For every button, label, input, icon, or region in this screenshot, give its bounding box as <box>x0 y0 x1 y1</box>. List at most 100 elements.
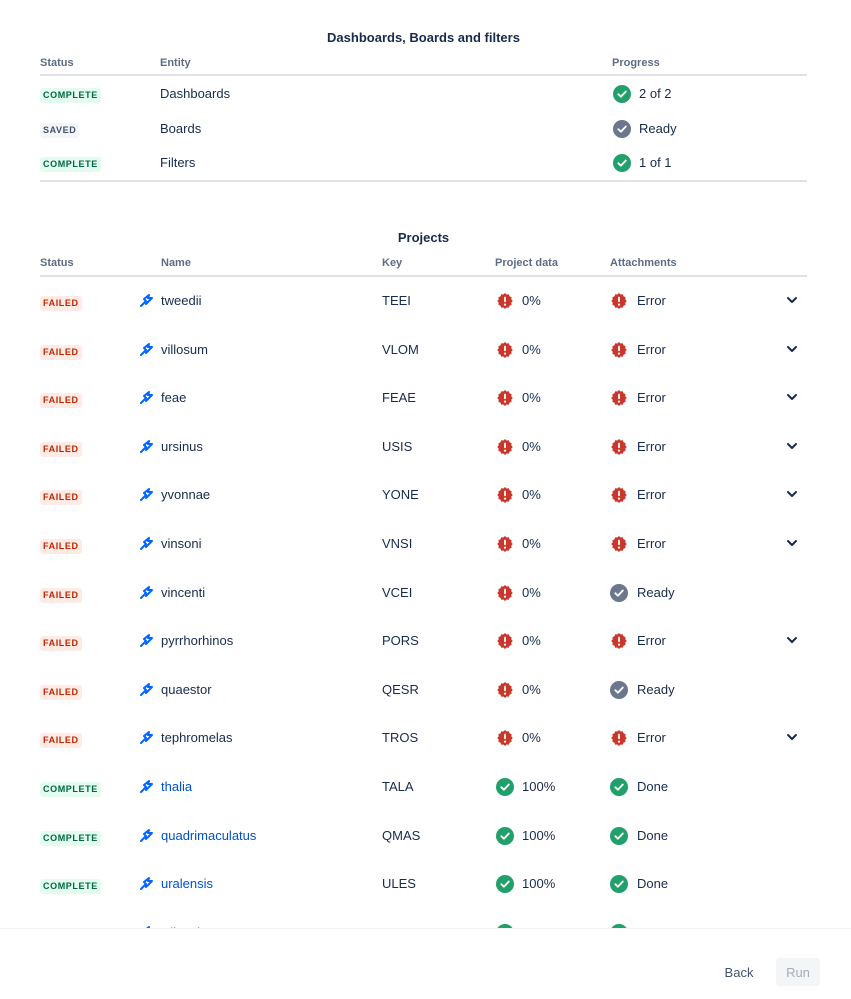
project-name: quaestor <box>161 681 212 697</box>
project-row: FAILED tweedii TEEI 0% Error <box>0 277 851 325</box>
attachments-status: Error <box>637 487 666 503</box>
check-circle-icon <box>610 778 628 796</box>
project-name: feae <box>161 390 187 406</box>
ready-check-icon <box>613 119 631 138</box>
error-icon <box>610 341 628 359</box>
entity-name: Filters <box>160 155 196 171</box>
expand-row-chevron-icon[interactable] <box>786 343 798 355</box>
attachments-status: Error <box>637 730 666 746</box>
project-name-link[interactable]: uralensis <box>161 876 213 891</box>
check-circle-icon <box>496 778 514 796</box>
project-icon <box>140 828 153 842</box>
dashboards-progress-header: Progress <box>612 57 660 69</box>
project-key: TROS <box>382 730 419 746</box>
expand-row-chevron-icon[interactable] <box>786 294 798 306</box>
attachments-status: Ready <box>637 584 675 600</box>
project-name: pyrrhorhinos <box>161 633 234 649</box>
project-row: FAILED villosum VLOM 0% Error <box>0 326 851 374</box>
project-key: TALA <box>382 779 414 794</box>
projects-name-header: Name <box>161 257 191 269</box>
status-lozenge: FAILED <box>40 393 82 409</box>
expand-row-chevron-icon[interactable] <box>786 634 798 646</box>
project-icon <box>140 488 153 502</box>
project-icon <box>140 780 153 793</box>
status-lozenge: COMPLETE <box>40 830 101 846</box>
project-row: FAILED vincenti VCEI 0% Ready <box>0 569 851 617</box>
status-lozenge: FAILED <box>40 733 82 749</box>
project-row: COMPLETE quadrimaculatus QMAS 100% Done <box>0 812 851 860</box>
project-name-link[interactable]: quadrimaculatus <box>161 828 256 843</box>
project-key: YONE <box>382 487 419 503</box>
project-data-progress: 0% <box>522 293 541 308</box>
project-key: VLOM <box>382 341 419 357</box>
error-icon <box>496 438 514 456</box>
project-key: PORS <box>382 633 419 649</box>
project-name: vincenti <box>161 584 206 600</box>
error-icon <box>496 535 514 553</box>
project-data-progress: 100% <box>522 876 556 892</box>
error-icon <box>610 389 628 407</box>
run-button[interactable]: Run <box>776 958 820 986</box>
project-icon <box>140 682 153 696</box>
expand-row-chevron-icon[interactable] <box>786 488 798 500</box>
attachments-status: Error <box>637 438 666 454</box>
project-icon <box>140 391 153 405</box>
project-data-progress: 0% <box>522 536 541 551</box>
status-lozenge: FAILED <box>40 684 82 700</box>
progress-text: Ready <box>639 120 677 136</box>
project-key: FEAE <box>382 390 416 406</box>
project-data-progress: 0% <box>522 584 541 600</box>
project-name: ursinus <box>161 438 203 454</box>
project-data-progress: 0% <box>522 730 541 746</box>
projects-data-header: Project data <box>495 257 558 269</box>
project-name: tephromelas <box>161 730 233 746</box>
ready-check-icon <box>610 583 628 602</box>
expand-row-chevron-icon[interactable] <box>786 537 798 549</box>
project-name-link[interactable]: thalia <box>161 779 192 794</box>
attachments-status: Error <box>637 536 666 551</box>
project-key: QESR <box>382 681 419 697</box>
project-row: FAILED yvonnae YONE 0% Error <box>0 471 851 519</box>
project-name: vinsoni <box>161 536 202 551</box>
progress-text: 1 of 1 <box>639 155 672 171</box>
check-circle-icon <box>613 85 631 103</box>
expand-row-chevron-icon[interactable] <box>786 731 798 743</box>
project-icon <box>140 634 153 648</box>
project-row: COMPLETE uralensis ULES 100% Done <box>0 860 851 908</box>
project-icon <box>140 731 153 745</box>
project-icon <box>140 877 153 891</box>
project-icon <box>140 537 153 550</box>
project-row: FAILED tephromelas TROS 0% Error <box>0 714 851 762</box>
attachments-status: Error <box>637 341 666 357</box>
status-lozenge: FAILED <box>40 587 82 603</box>
status-lozenge: COMPLETE <box>40 879 101 895</box>
project-row: FAILED feae FEAE 0% Error <box>0 374 851 422</box>
error-icon <box>496 486 514 504</box>
projects-section-title: Projects <box>397 230 450 245</box>
check-circle-icon <box>610 875 628 894</box>
dashboards-status-header: Status <box>40 57 74 69</box>
project-icon <box>140 342 153 356</box>
error-icon <box>496 389 514 407</box>
error-icon <box>610 632 628 650</box>
attachments-status: Done <box>637 779 669 794</box>
expand-row-chevron-icon[interactable] <box>786 440 798 452</box>
project-data-progress: 0% <box>522 681 541 697</box>
expand-row-chevron-icon[interactable] <box>786 391 798 403</box>
check-circle-icon <box>613 154 631 173</box>
project-data-progress: 0% <box>522 341 541 357</box>
status-lozenge: SAVED <box>40 122 80 138</box>
back-button[interactable]: Back <box>716 958 762 986</box>
status-lozenge: FAILED <box>40 441 82 457</box>
project-data-progress: 0% <box>522 438 541 454</box>
project-icon <box>140 439 153 453</box>
status-lozenge: COMPLETE <box>40 88 101 103</box>
error-icon <box>610 292 628 310</box>
progress-text: 2 of 2 <box>639 86 672 101</box>
project-data-progress: 0% <box>522 633 541 649</box>
project-name: yvonnae <box>161 487 211 503</box>
error-icon <box>496 681 514 699</box>
error-icon <box>610 535 628 553</box>
error-icon <box>496 584 514 602</box>
projects-attachments-header: Attachments <box>610 257 677 269</box>
